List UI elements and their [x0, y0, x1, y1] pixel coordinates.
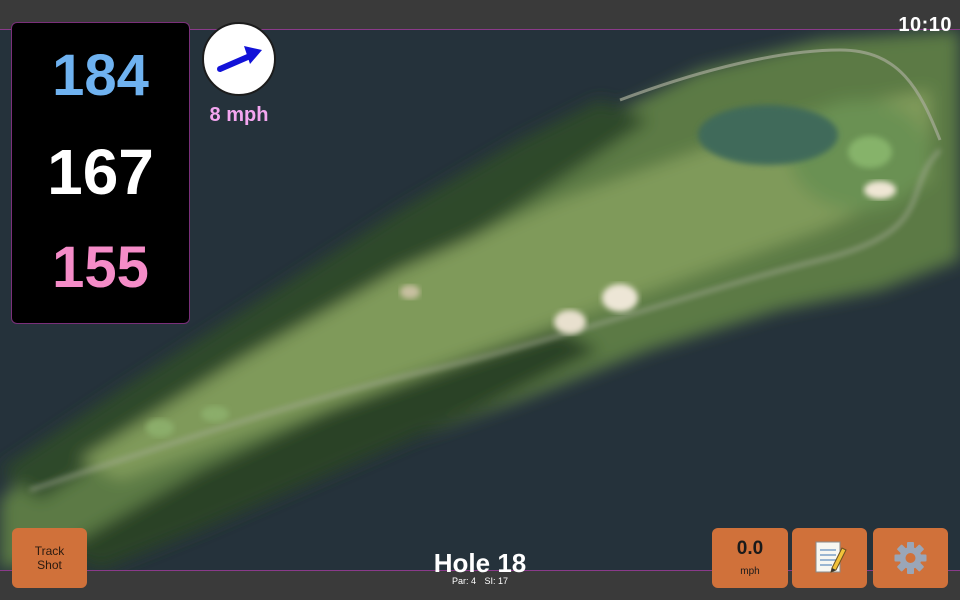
shot-speed-unit: mph [740, 566, 760, 577]
back-distance: 184 [52, 43, 149, 108]
hole-title: Hole 18 [433, 548, 527, 578]
track-shot-label-line2: Shot [37, 558, 62, 572]
shot-speed-value: 0.0 [736, 538, 764, 559]
track-shot-label-line1: Track [34, 544, 65, 558]
notepad-icon [815, 541, 847, 573]
golf-gps-screen: 10:10 184 167 155 8 mph Track Shot Hole … [0, 0, 960, 600]
gear-icon [894, 542, 927, 574]
front-distance: 155 [52, 235, 149, 300]
middle-distance: 167 [47, 136, 154, 208]
hole-info: Hole 18 Par: 4 SI: 17 [400, 548, 560, 586]
settings-button[interactable] [873, 528, 948, 588]
wind-dial [202, 22, 276, 96]
hole-par: Par: 4 [451, 576, 476, 586]
wind-speed: 8 mph [209, 104, 269, 126]
distance-panel: 184 167 155 [11, 22, 190, 324]
hole-details: Par: 4 SI: 17 [400, 576, 560, 586]
shot-speed-button[interactable]: 0.0 mph [712, 528, 788, 588]
wind-arrow-icon [217, 46, 262, 72]
track-shot-button[interactable]: Track Shot [12, 528, 87, 588]
hole-stroke-index: SI: 17 [484, 576, 509, 586]
notes-button[interactable] [792, 528, 867, 588]
clock: 10:10 [898, 14, 952, 36]
